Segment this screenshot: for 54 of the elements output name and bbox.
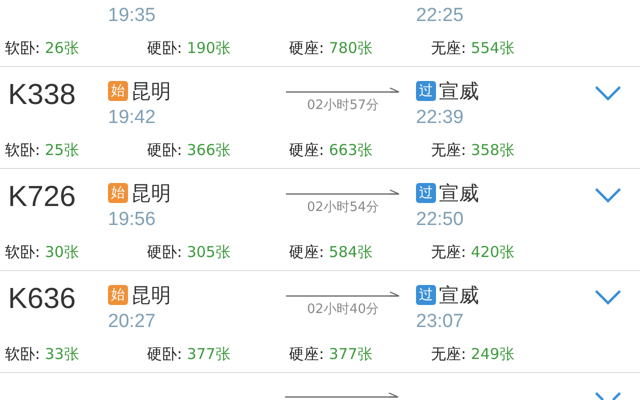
train-number: K726 — [8, 181, 76, 213]
station-badge: 始 — [108, 285, 128, 305]
seat-count: 软卧: 25张 — [5, 141, 80, 160]
seat-count: 软卧: 33张 — [5, 345, 80, 364]
station-badge: 过 — [416, 183, 436, 203]
time-label: 19:56 — [108, 209, 157, 231]
station-name: 宣威 — [439, 78, 479, 104]
chevron-down-icon[interactable] — [594, 391, 622, 400]
train-row[interactable]: 19:35 22:25 软卧: 26张 硬卧: 190张 硬座: 780张 无座: 554张 — [0, 0, 640, 67]
station-name: 昆明 — [131, 180, 171, 206]
train-row[interactable]: K338 始 昆明 19:42 02小时57分 过 宣威 22:39 软卧: 25张 硬卧: 366张 硬座: 663张 无座: 358张 — [0, 67, 640, 169]
seat-count: 硬座: 780张 — [289, 39, 374, 58]
station-name: 宣威 — [439, 180, 479, 206]
train-row[interactable]: K726 始 昆明 19:56 02小时54分 过 宣威 22:50 软卧: 30张 硬卧: 305张 硬座: 584张 无座: 420张 — [0, 169, 640, 271]
train-number: K338 — [8, 79, 76, 111]
chevron-down-icon[interactable] — [594, 85, 622, 101]
time-label: 22:39 — [416, 107, 465, 129]
seat-count: 硬卧: 366张 — [147, 141, 232, 160]
time-label: 23:07 — [416, 311, 465, 333]
seat-count: 软卧: 26张 — [5, 39, 80, 58]
time-label: 22:50 — [416, 209, 465, 231]
station-badge: 过 — [416, 81, 436, 101]
seat-count: 无座: 249张 — [431, 345, 516, 364]
duration-label: 02小时40分 — [306, 301, 380, 318]
seat-count: 无座: 358张 — [431, 141, 516, 160]
arrow-icon — [286, 291, 400, 299]
arrow-icon — [286, 87, 400, 95]
station-badge: 过 — [416, 285, 436, 305]
duration-label: 02小时54分 — [306, 199, 380, 216]
time-label: 20:27 — [108, 311, 157, 333]
duration-label: 02小时57分 — [306, 97, 380, 114]
seat-count: 硬座: 377张 — [289, 345, 374, 364]
station-badge: 始 — [108, 81, 128, 101]
seat-count: 硬座: 663张 — [289, 141, 374, 160]
arrow-icon — [286, 189, 400, 197]
seat-count: 无座: 554张 — [431, 39, 516, 58]
seat-count: 硬卧: 190张 — [147, 39, 232, 58]
station-badge: 始 — [108, 183, 128, 203]
station-name: 昆明 — [131, 78, 171, 104]
seat-count: 无座: 420张 — [431, 243, 516, 262]
train-number: K636 — [8, 283, 76, 315]
arrow-icon — [285, 392, 399, 400]
chevron-down-icon[interactable] — [594, 289, 622, 305]
chevron-down-icon[interactable] — [594, 187, 622, 203]
seat-count: 硬座: 584张 — [289, 243, 374, 262]
seat-count: 硬卧: 305张 — [147, 243, 232, 262]
time-label: 19:35 — [108, 5, 157, 27]
seat-count: 硬卧: 377张 — [147, 345, 232, 364]
time-label: 19:42 — [108, 107, 157, 129]
station-name: 宣威 — [439, 282, 479, 308]
time-label: 22:25 — [416, 5, 465, 27]
seat-count: 软卧: 30张 — [5, 243, 80, 262]
train-row[interactable]: K636 始 昆明 20:27 02小时40分 过 宣威 23:07 软卧: 33张 硬卧: 377张 硬座: 377张 无座: 249张 — [0, 271, 640, 373]
station-name: 昆明 — [131, 282, 171, 308]
